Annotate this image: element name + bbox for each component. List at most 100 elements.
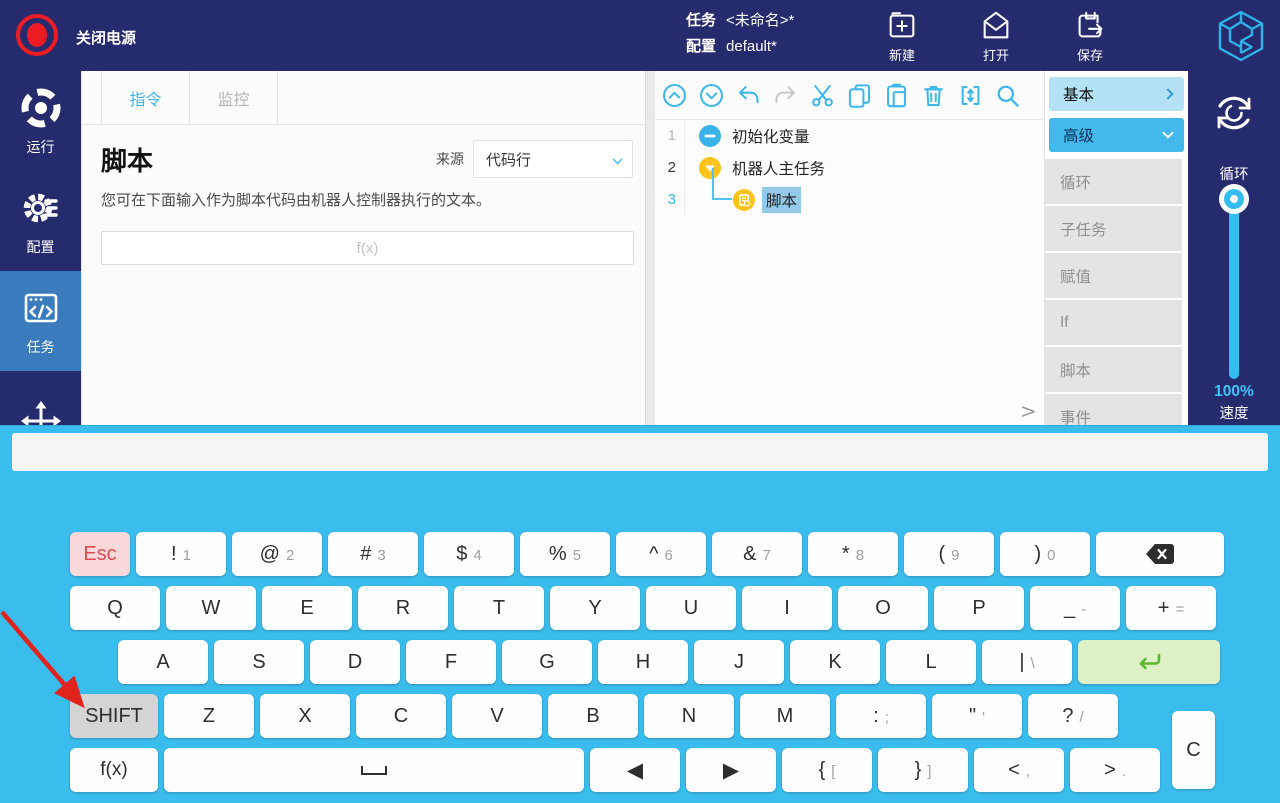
key-arrow-right[interactable]: ▶ xyxy=(686,748,776,792)
new-button[interactable]: 新建 xyxy=(870,9,934,64)
key-space[interactable] xyxy=(164,748,584,792)
keyboard-key[interactable]: E xyxy=(262,586,352,630)
keyboard-key[interactable]: W xyxy=(166,586,256,630)
keyboard-input[interactable] xyxy=(12,433,1268,471)
keyboard-key[interactable]: $4 xyxy=(424,532,514,576)
palette-item-1[interactable]: 子任务 xyxy=(1045,206,1182,251)
sidebar-item-label: 任务 xyxy=(27,337,55,357)
keyboard-key[interactable]: _- xyxy=(1030,586,1120,630)
sidebar-item-run[interactable]: 运行 xyxy=(0,71,81,171)
panel-expand-chevron-icon[interactable]: > xyxy=(1020,399,1037,423)
keyboard-key[interactable]: &7 xyxy=(712,532,802,576)
tab-monitor[interactable]: 监控 xyxy=(190,71,278,124)
insert-button[interactable] xyxy=(956,81,984,109)
palette-item-3[interactable]: If xyxy=(1045,300,1182,345)
speed-slider-track[interactable] xyxy=(1229,201,1239,379)
copy-button[interactable] xyxy=(845,81,873,109)
palette-section-basic[interactable]: 基本 xyxy=(1049,77,1184,111)
keyboard-key[interactable]: D xyxy=(310,640,400,684)
tab-instruction[interactable]: 指令 xyxy=(102,71,190,124)
keyboard-key[interactable]: }] xyxy=(878,748,968,792)
key-shift[interactable]: SHIFT xyxy=(70,694,158,738)
redo-button[interactable] xyxy=(771,81,799,109)
key-fx[interactable]: f(x) xyxy=(70,748,158,792)
keyboard-key[interactable]: M xyxy=(740,694,830,738)
save-button[interactable]: 保存 xyxy=(1058,9,1122,64)
collapse-all-button[interactable] xyxy=(660,81,688,109)
keyboard-key[interactable]: :; xyxy=(836,694,926,738)
keyboard-key[interactable]: |\ xyxy=(982,640,1072,684)
undo-icon xyxy=(735,82,762,109)
paste-button[interactable] xyxy=(882,81,910,109)
key-esc[interactable]: Esc xyxy=(70,532,130,576)
keyboard-key[interactable]: !1 xyxy=(136,532,226,576)
enter-icon xyxy=(1134,651,1164,673)
keyboard-key[interactable]: Q xyxy=(70,586,160,630)
keyboard-key[interactable]: %5 xyxy=(520,532,610,576)
tree-row[interactable]: 1初始化变量 xyxy=(655,120,1044,152)
open-button[interactable]: 打开 xyxy=(964,9,1028,64)
key-c[interactable]: C xyxy=(1172,711,1215,789)
keyboard-key[interactable]: A xyxy=(118,640,208,684)
sidebar-item-config[interactable]: 配置 xyxy=(0,171,81,271)
key-enter[interactable] xyxy=(1078,640,1220,684)
keyboard-key[interactable]: ^6 xyxy=(616,532,706,576)
keyboard-key[interactable]: K xyxy=(790,640,880,684)
power-button[interactable] xyxy=(16,14,58,56)
page-title: 脚本 xyxy=(101,141,153,178)
keyboard-key[interactable]: X xyxy=(260,694,350,738)
source-select[interactable]: 代码行 xyxy=(473,140,633,178)
cut-button[interactable] xyxy=(808,81,836,109)
keyboard-row: SHIFTZXCVBNM:;"'?/ xyxy=(70,694,1118,738)
keyboard-key[interactable]: #3 xyxy=(328,532,418,576)
keyboard-key[interactable]: @2 xyxy=(232,532,322,576)
palette-item-0[interactable]: 循环 xyxy=(1045,159,1182,204)
keyboard-key[interactable]: S xyxy=(214,640,304,684)
search-button[interactable] xyxy=(993,81,1021,109)
keyboard-key[interactable]: P xyxy=(934,586,1024,630)
keyboard-key[interactable]: (9 xyxy=(904,532,994,576)
keyboard-key[interactable]: I xyxy=(742,586,832,630)
keyboard-key[interactable]: L xyxy=(886,640,976,684)
keyboard-key[interactable]: J xyxy=(694,640,784,684)
keyboard-key[interactable]: Y xyxy=(550,586,640,630)
keyboard-key[interactable]: V xyxy=(452,694,542,738)
loop-icon[interactable] xyxy=(1208,87,1260,144)
script-expression-input[interactable] xyxy=(101,231,634,265)
keyboard-key[interactable]: )0 xyxy=(1000,532,1090,576)
speed-slider-thumb[interactable] xyxy=(1219,184,1249,214)
tree-row-number: 2 xyxy=(655,152,685,184)
delete-button[interactable] xyxy=(919,81,947,109)
keyboard-key[interactable]: O xyxy=(838,586,928,630)
speed-value: 100% xyxy=(1188,383,1280,401)
keyboard-key[interactable]: Z xyxy=(164,694,254,738)
expand-all-button[interactable] xyxy=(697,81,725,109)
keyboard-key[interactable]: >. xyxy=(1070,748,1160,792)
key-arrow-left[interactable]: ◀ xyxy=(590,748,680,792)
keyboard-key[interactable]: ?/ xyxy=(1028,694,1118,738)
tabbar: 指令 监控 xyxy=(82,71,645,125)
keyboard-key[interactable]: += xyxy=(1126,586,1216,630)
keyboard-key[interactable]: G xyxy=(502,640,592,684)
keyboard-key[interactable]: {[ xyxy=(782,748,872,792)
keyboard-key[interactable]: N xyxy=(644,694,734,738)
key-backspace[interactable] xyxy=(1096,532,1224,576)
keyboard-key[interactable]: *8 xyxy=(808,532,898,576)
keyboard-key[interactable]: R xyxy=(358,586,448,630)
palette-item-4[interactable]: 脚本 xyxy=(1045,347,1182,392)
keyboard-key[interactable]: T xyxy=(454,586,544,630)
key-sub-label: 8 xyxy=(856,547,864,564)
palette-item-2[interactable]: 赋值 xyxy=(1045,253,1182,298)
keyboard-key[interactable]: "' xyxy=(932,694,1022,738)
space-glyph xyxy=(361,766,387,775)
sidebar-item-task[interactable]: 任务 xyxy=(0,271,81,371)
palette-section-advanced[interactable]: 高级 xyxy=(1049,118,1184,152)
keyboard-key[interactable]: C xyxy=(356,694,446,738)
keyboard-key[interactable]: B xyxy=(548,694,638,738)
chevron-down-icon xyxy=(612,154,622,164)
keyboard-key[interactable]: U xyxy=(646,586,736,630)
undo-button[interactable] xyxy=(734,81,762,109)
keyboard-key[interactable]: <, xyxy=(974,748,1064,792)
keyboard-key[interactable]: H xyxy=(598,640,688,684)
keyboard-key[interactable]: F xyxy=(406,640,496,684)
